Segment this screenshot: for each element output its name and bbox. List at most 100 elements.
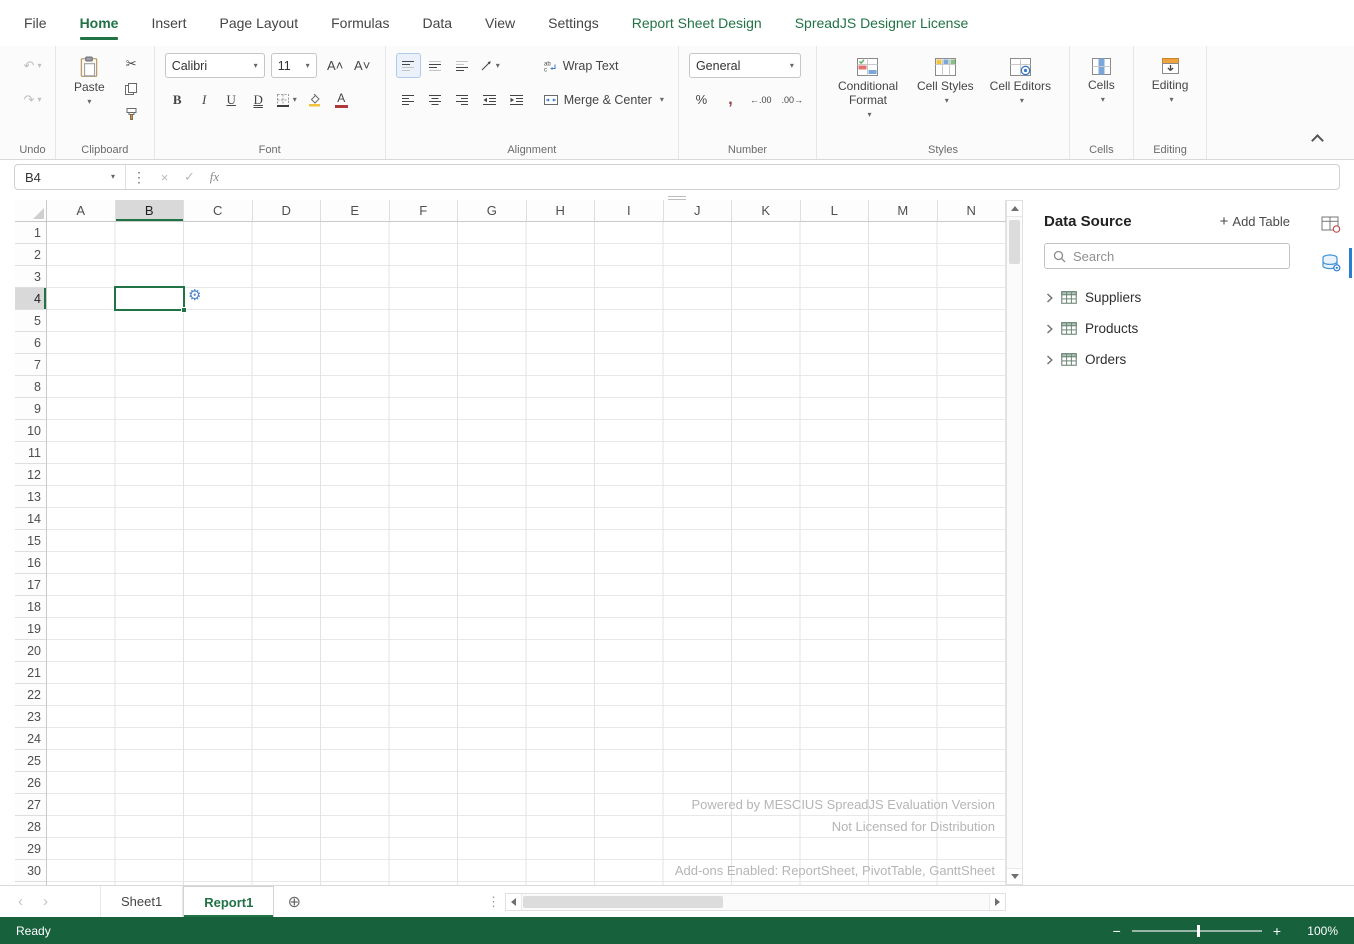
cell-styles-button[interactable]: Cell Styles ▾ (909, 53, 982, 105)
row-header[interactable]: 2 (15, 244, 46, 266)
row-header[interactable]: 23 (15, 706, 46, 728)
column-header[interactable]: G (458, 200, 527, 221)
fill-handle[interactable] (181, 307, 187, 313)
paste-button[interactable]: Paste ▾ (66, 53, 113, 106)
align-right-button[interactable] (450, 87, 475, 112)
row-header[interactable]: 7 (15, 354, 46, 376)
align-top-button[interactable] (396, 53, 421, 78)
underline-button[interactable]: U (219, 87, 244, 112)
column-header[interactable]: C (184, 200, 253, 221)
add-sheet-button[interactable]: ⊕ (274, 886, 314, 917)
menu-item[interactable]: Data (422, 0, 452, 46)
comma-style-button[interactable]: , (718, 87, 743, 112)
data-source-table-item[interactable]: Suppliers (1044, 282, 1290, 313)
row-header[interactable]: 25 (15, 750, 46, 772)
cell-editors-button[interactable]: Cell Editors ▾ (982, 53, 1059, 105)
more-options-icon[interactable]: ⋮ (126, 169, 152, 186)
orientation-button[interactable]: ▾ (477, 53, 503, 78)
data-source-table-item[interactable]: Orders (1044, 344, 1290, 375)
sheet-tab[interactable]: Report1 (183, 886, 274, 917)
bold-button[interactable]: B (165, 87, 190, 112)
copy-button[interactable] (119, 78, 144, 100)
row-header[interactable]: 10 (15, 420, 46, 442)
row-header[interactable]: 8 (15, 376, 46, 398)
search-box[interactable] (1044, 243, 1290, 269)
grow-font-button[interactable]: A˄ (323, 53, 348, 78)
zoom-in-button[interactable]: + (1273, 924, 1281, 938)
cells-button[interactable]: Cells ▾ (1080, 53, 1123, 104)
zoom-slider[interactable] (1132, 930, 1262, 932)
menu-item[interactable]: View (485, 0, 515, 46)
column-header[interactable]: L (801, 200, 870, 221)
sheet-tab[interactable]: Sheet1 (100, 886, 183, 917)
column-header[interactable]: K (732, 200, 801, 221)
menu-item[interactable]: Report Sheet Design (632, 0, 762, 46)
vertical-scrollbar[interactable] (1006, 200, 1023, 885)
zoom-out-button[interactable]: − (1113, 924, 1121, 938)
merge-center-button[interactable]: Merge & Center ▾ (539, 87, 668, 112)
increase-indent-button[interactable] (504, 87, 529, 112)
undo-button[interactable]: ↶ ▾ (20, 53, 45, 78)
select-all-corner[interactable] (15, 200, 47, 222)
align-center-button[interactable] (423, 87, 448, 112)
row-header[interactable]: 1 (15, 222, 46, 244)
conditional-format-button[interactable]: Conditional Format ▾ (827, 53, 909, 119)
next-sheet-button[interactable]: › (43, 893, 48, 910)
menu-item[interactable]: Settings (548, 0, 599, 46)
add-table-button[interactable]: + Add Table (1220, 214, 1290, 229)
menu-item[interactable]: Home (80, 0, 119, 46)
row-header[interactable]: 30 (15, 860, 46, 882)
row-header[interactable]: 17 (15, 574, 46, 596)
column-header[interactable]: H (527, 200, 596, 221)
decrease-indent-button[interactable] (477, 87, 502, 112)
row-header[interactable]: 4 (15, 288, 46, 310)
column-header[interactable]: F (390, 200, 459, 221)
row-header[interactable]: 15 (15, 530, 46, 552)
font-size-select[interactable]: 11 ▾ (271, 53, 317, 78)
row-header[interactable]: 13 (15, 486, 46, 508)
row-header[interactable]: 27 (15, 794, 46, 816)
vertical-scrollbar-thumb[interactable] (1009, 220, 1020, 264)
align-middle-button[interactable] (423, 53, 448, 78)
wrap-text-button[interactable]: ab c Wrap Text (539, 53, 668, 78)
row-header[interactable]: 18 (15, 596, 46, 618)
cell-settings-gear-icon[interactable]: ⚙ (188, 288, 201, 303)
scroll-left-button[interactable] (506, 894, 522, 910)
font-color-button[interactable]: A (329, 87, 354, 112)
increase-decimal-button[interactable]: ←.00 (747, 87, 775, 112)
row-header[interactable]: 20 (15, 640, 46, 662)
column-header[interactable]: M (869, 200, 938, 221)
decrease-decimal-button[interactable]: .00→ (778, 87, 806, 112)
row-header[interactable]: 12 (15, 464, 46, 486)
column-header[interactable]: A (47, 200, 116, 221)
cancel-entry-button[interactable]: × (152, 170, 177, 185)
row-header[interactable]: 16 (15, 552, 46, 574)
zoom-slider-thumb[interactable] (1197, 925, 1200, 937)
menu-item[interactable]: File (24, 0, 47, 46)
row-header[interactable]: 3 (15, 266, 46, 288)
percent-style-button[interactable]: % (689, 87, 714, 112)
number-format-select[interactable]: General ▾ (689, 53, 801, 78)
row-header[interactable]: 24 (15, 728, 46, 750)
data-source-panel-button[interactable] (1316, 248, 1346, 278)
insert-function-button[interactable]: fx (202, 169, 227, 185)
name-box[interactable]: B4 ▾ (15, 170, 125, 185)
horizontal-scrollbar-thumb[interactable] (523, 896, 723, 908)
column-header[interactable]: D (253, 200, 322, 221)
menu-item[interactable]: Formulas (331, 0, 389, 46)
editing-button[interactable]: Editing ▾ (1144, 53, 1197, 104)
horizontal-scrollbar[interactable] (505, 893, 1006, 911)
row-header[interactable]: 26 (15, 772, 46, 794)
report-sheet-panel-button[interactable] (1316, 209, 1346, 239)
zoom-level[interactable]: 100% (1300, 924, 1338, 938)
cut-button[interactable]: ✂ (119, 53, 144, 75)
column-header[interactable]: E (321, 200, 390, 221)
column-header[interactable]: N (938, 200, 1007, 221)
double-underline-button[interactable]: D (246, 87, 271, 112)
prev-sheet-button[interactable]: ‹ (18, 893, 23, 910)
data-source-table-item[interactable]: Products (1044, 313, 1290, 344)
row-header[interactable]: 11 (15, 442, 46, 464)
row-header[interactable]: 6 (15, 332, 46, 354)
align-left-button[interactable] (396, 87, 421, 112)
confirm-entry-button[interactable]: ✓ (177, 169, 202, 185)
